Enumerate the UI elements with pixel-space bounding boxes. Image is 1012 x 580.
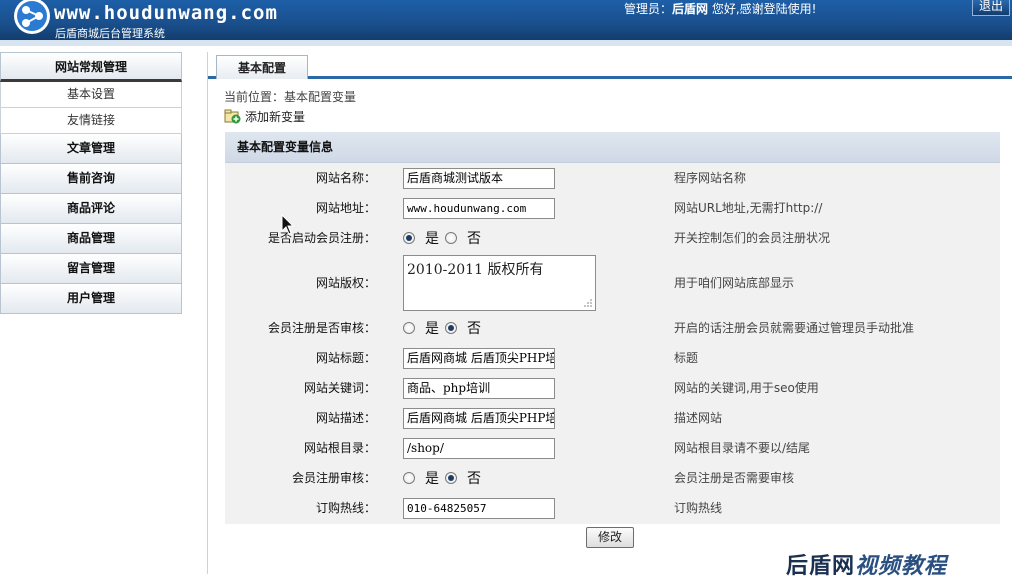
field-hint: 网站URL地址,无需打http:// — [674, 201, 823, 215]
field-hint: 开关控制怎们的会员注册状况 — [674, 231, 831, 245]
sidebar-section-messages[interactable]: 留言管理 — [0, 254, 182, 284]
mouse-cursor-icon — [281, 214, 295, 235]
form-row-site-title: 网站标题： 后盾网商城 后盾顶尖PHP培 标题 — [225, 343, 1000, 373]
field-label: 网站地址： — [315, 201, 376, 215]
field-hint: 描述网站 — [674, 411, 723, 425]
enable-registration-no-radio[interactable] — [445, 232, 457, 244]
radio-label-no: 否 — [467, 471, 481, 487]
radio-label-no: 否 — [467, 321, 481, 337]
video-watermark: 后盾网视频教程 — [786, 554, 948, 579]
site-url-input[interactable]: www.houdunwang.com — [403, 198, 555, 219]
site-title-input[interactable]: 后盾网商城 后盾顶尖PHP培 — [403, 348, 555, 369]
radio-label-yes: 是 — [425, 321, 439, 337]
form-row-root-dir: 网站根目录： /shop/ 网站根目录请不要以/结尾 — [225, 433, 1000, 463]
radio-label-no: 否 — [467, 231, 481, 247]
member-review-no-radio[interactable] — [445, 472, 457, 484]
field-hint: 用于咱们网站底部显示 — [674, 276, 795, 290]
sidebar-section-presale[interactable]: 售前咨询 — [0, 164, 182, 194]
registration-review-yes-radio[interactable] — [403, 322, 415, 334]
field-label: 网站版权： — [315, 276, 376, 290]
system-subtitle: 后盾商城后台管理系统 — [55, 27, 165, 40]
sidebar: 网站常规管理 基本设置 友情链接 文章管理 售前咨询 商品评论 商品管理 留言管… — [0, 52, 182, 314]
logo-text: www.houdunwang.com — [54, 2, 278, 24]
field-label: 会员注册是否审核： — [267, 321, 376, 335]
sidebar-section-articles[interactable]: 文章管理 — [0, 134, 182, 164]
field-label: 网站关键词： — [303, 381, 376, 395]
form-row-hotline: 订购热线： 010-64825057 订购热线 — [225, 493, 1000, 523]
site-name-input[interactable]: 后盾商城测试版本 — [403, 168, 555, 189]
form-row-keywords: 网站关键词： 商品、php培训 网站的关键词,用于seo使用 — [225, 373, 1000, 403]
description-input[interactable]: 后盾网商城 后盾顶尖PHP培 — [403, 408, 555, 429]
tab-basic-config[interactable]: 基本配置 — [216, 55, 308, 79]
field-hint: 网站的关键词,用于seo使用 — [674, 381, 819, 395]
sidebar-section-users[interactable]: 用户管理 — [0, 284, 182, 314]
sidebar-section-site-settings[interactable]: 网站常规管理 — [0, 52, 182, 82]
hotline-input[interactable]: 010-64825057 — [403, 498, 555, 519]
field-hint: 网站根目录请不要以/结尾 — [674, 441, 811, 455]
form-row-copyright: 网站版权： 2010-2011 版权所有 用于咱们网站底部显示 — [225, 253, 1000, 313]
copyright-text: 2010-2011 版权所有 — [407, 262, 544, 278]
sidebar-section-reviews[interactable]: 商品评论 — [0, 194, 182, 224]
radio-label-yes: 是 — [425, 471, 439, 487]
add-variable-link[interactable]: 添加新变量 — [224, 108, 305, 125]
field-label: 网站根目录： — [303, 441, 376, 455]
copyright-textarea[interactable]: 2010-2011 版权所有 — [403, 255, 596, 311]
radio-label-yes: 是 — [425, 231, 439, 247]
field-hint: 会员注册是否需要审核 — [674, 471, 795, 485]
root-dir-input[interactable]: /shop/ — [403, 438, 555, 459]
sidebar-item-basic-settings[interactable]: 基本设置 — [0, 82, 182, 108]
field-hint: 订购热线 — [674, 501, 723, 515]
field-label: 会员注册审核： — [291, 471, 376, 485]
sidebar-item-friend-links[interactable]: 友情链接 — [0, 108, 182, 134]
field-label: 网站名称： — [315, 171, 376, 185]
admin-greeting: 管理员：后盾网 您好,感谢登陆使用! — [624, 2, 817, 16]
resize-grip-icon[interactable] — [583, 298, 593, 308]
top-header: www.houdunwang.com 后盾商城后台管理系统 管理员：后盾网 您好… — [0, 0, 1012, 40]
logo-icon — [14, 0, 50, 34]
field-hint: 标题 — [674, 351, 699, 365]
breadcrumb: 当前位置：基本配置变量 — [224, 90, 357, 104]
enable-registration-yes-radio[interactable] — [403, 232, 415, 244]
form-row-site-name: 网站名称： 后盾商城测试版本 程序网站名称 — [225, 163, 1000, 193]
admin-name: 后盾网 — [672, 2, 709, 16]
field-label: 网站标题： — [315, 351, 376, 365]
field-hint: 开启的话注册会员就需要通过管理员手动批准 — [674, 321, 915, 335]
add-folder-icon — [224, 109, 241, 124]
form-title: 基本配置变量信息 — [225, 132, 1000, 163]
member-review-yes-radio[interactable] — [403, 472, 415, 484]
form-row-description: 网站描述： 后盾网商城 后盾顶尖PHP培 描述网站 — [225, 403, 1000, 433]
registration-review-no-radio[interactable] — [445, 322, 457, 334]
keywords-input[interactable]: 商品、php培训 — [403, 378, 555, 399]
field-hint: 程序网站名称 — [674, 171, 747, 185]
submit-button[interactable]: 修改 — [586, 527, 634, 548]
field-label: 订购热线： — [315, 501, 376, 515]
form-row-site-url: 网站地址： www.houdunwang.com 网站URL地址,无需打http… — [225, 193, 1000, 223]
tab-strip: 基本配置 — [208, 52, 1012, 79]
main-panel: 基本配置 当前位置：基本配置变量 添加新变量 基本配置变量信息 网站名称： 后盾… — [207, 52, 1012, 574]
field-label: 网站描述： — [315, 411, 376, 425]
add-variable-label: 添加新变量 — [245, 110, 306, 124]
form-row-enable-registration: 是否启动会员注册： 是 否 开关控制怎们的会员注册状况 — [225, 223, 1000, 253]
logout-button[interactable]: 退出 — [972, 0, 1010, 16]
header-divider — [0, 40, 1012, 46]
form-row-registration-review: 会员注册是否审核： 是 否 开启的话注册会员就需要通过管理员手动批准 — [225, 313, 1000, 343]
config-form: 基本配置变量信息 网站名称： 后盾商城测试版本 程序网站名称 网站地址： www… — [225, 132, 1000, 524]
form-row-member-review: 会员注册审核： 是 否 会员注册是否需要审核 — [225, 463, 1000, 493]
sidebar-section-products[interactable]: 商品管理 — [0, 224, 182, 254]
